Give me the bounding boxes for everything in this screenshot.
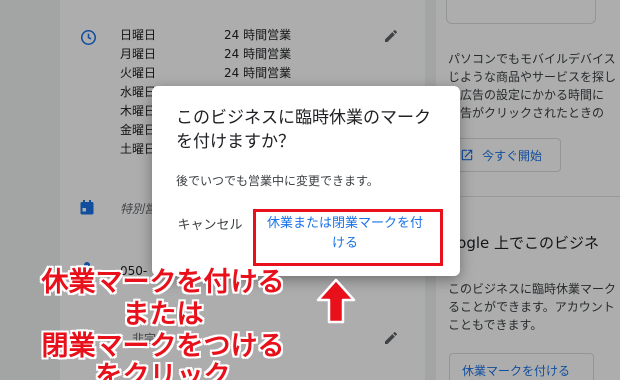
annotation-line: または xyxy=(122,299,204,330)
up-arrow-icon xyxy=(316,278,356,324)
cancel-button[interactable]: キャンセル xyxy=(172,216,248,236)
dialog-title: このビジネスに臨時休業のマークを付けますか？ xyxy=(176,108,431,152)
annotation-line: をクリック xyxy=(95,361,231,380)
annotation-line: 休業マークを付ける xyxy=(41,267,285,298)
annotation-line: 閉業マークをつける xyxy=(41,331,285,362)
dialog-body: 後でいつでも営業中に変更できます。 xyxy=(176,174,379,188)
highlight-box xyxy=(253,209,443,266)
